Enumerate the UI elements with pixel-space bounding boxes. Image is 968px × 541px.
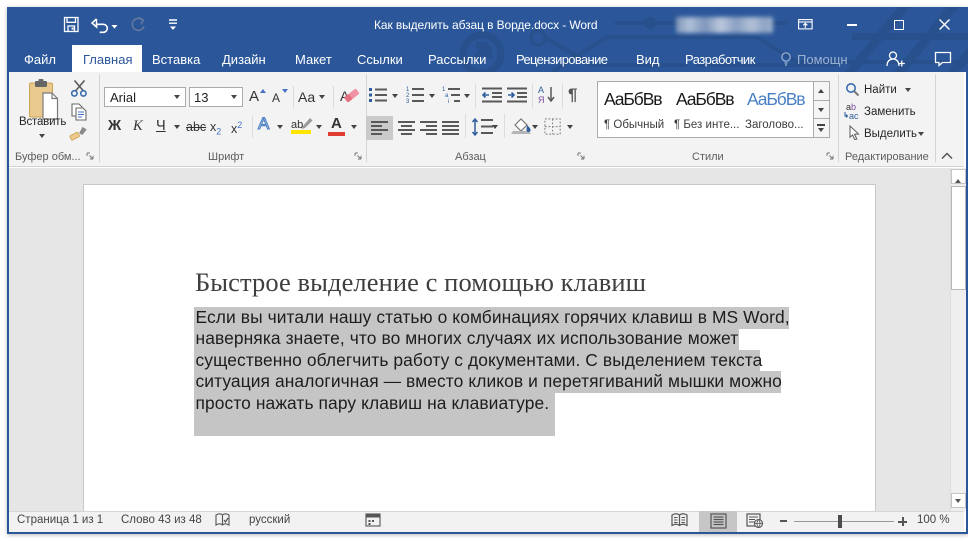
svg-text:i: i [448,99,449,104]
svg-text:ac: ac [849,111,859,121]
svg-text:А: А [538,85,544,95]
svg-text:3: 3 [406,99,410,104]
svg-text:Я: Я [538,95,545,105]
svg-text:ab: ab [291,119,303,131]
